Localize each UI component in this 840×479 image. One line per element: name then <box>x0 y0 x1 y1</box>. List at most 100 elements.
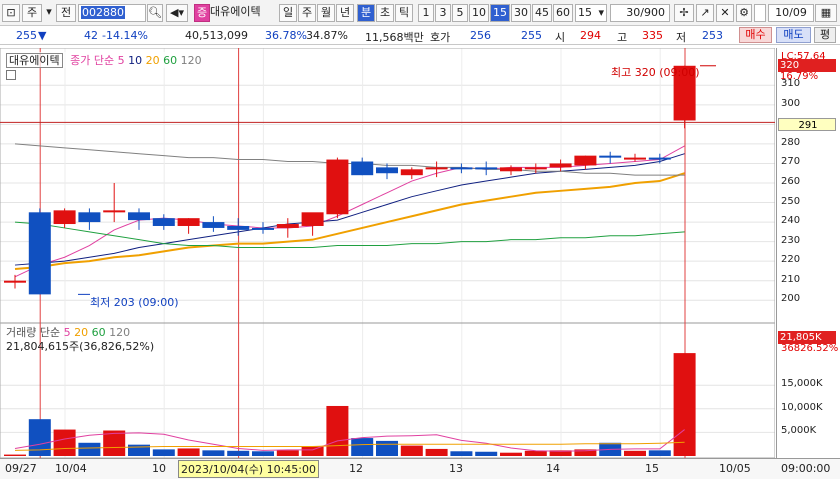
rate-2: 34.87% <box>306 29 348 42</box>
candle-body <box>128 212 150 221</box>
period-day-button[interactable]: 일 <box>279 4 297 22</box>
volume-bar <box>202 450 225 456</box>
volume-bar <box>500 452 522 456</box>
volume-bar <box>301 446 324 456</box>
period-minute-button[interactable]: 분 <box>357 4 375 22</box>
minute-3-button[interactable]: 3 <box>435 4 451 22</box>
legend-ma-5: 5 <box>117 54 125 67</box>
candle-body <box>276 224 299 228</box>
chevron-down-icon: ▾ <box>598 6 604 19</box>
period-second-button[interactable]: 초 <box>376 4 394 22</box>
volume-bar <box>648 450 671 456</box>
candle-body <box>524 167 547 170</box>
price-info-bar: 255 ▼ 42 -14.14% 40,513,099 36.78% 34.87… <box>0 26 840 45</box>
candle-body <box>252 227 274 230</box>
low-label: 저 <box>676 31 687 44</box>
candle-body <box>326 159 349 215</box>
search-icon[interactable]: 🔍︎ <box>147 4 163 22</box>
ma-10-line <box>14 153 685 266</box>
volume-bar <box>624 450 646 456</box>
volume-bar <box>53 429 76 456</box>
current-price: 255 <box>16 29 37 42</box>
candle-body <box>53 210 76 225</box>
trade-amount: 11,568백만 <box>365 31 424 44</box>
ma-20-line <box>14 172 685 270</box>
sell-button[interactable]: 매도 <box>776 27 811 43</box>
date-input[interactable]: 10/09 <box>768 4 814 22</box>
dropdown-arrow-icon[interactable]: ▾ <box>44 4 54 22</box>
gear-icon[interactable]: ⚙ <box>736 4 752 22</box>
draw-tool-icon[interactable]: ↗ <box>696 4 714 22</box>
jeon-button[interactable]: 전 <box>56 4 76 22</box>
volume-bar <box>326 405 349 456</box>
volume-value: 40,513,099 <box>185 29 248 42</box>
candle-body <box>574 155 597 166</box>
minute-30-button[interactable]: 30 <box>511 4 531 22</box>
low-value: 253 <box>702 29 723 42</box>
period-tick-button[interactable]: 틱 <box>395 4 413 22</box>
minute-45-button[interactable]: 45 <box>532 4 552 22</box>
volume-bar <box>78 442 101 456</box>
cursor-time-label: 2023/10/04(수) 10:45:00 <box>178 460 320 478</box>
candle-body <box>301 212 324 226</box>
toolbar: ⊡ 주 ▾ 전 002880 🔍︎ ◀▾ 증 대유에이텍 일 주 월 년 분 초… <box>0 0 840 26</box>
down-arrow-icon: ▼ <box>38 29 47 42</box>
minute-select[interactable]: 15 ▾ <box>575 4 607 22</box>
legend-toggle-icon[interactable] <box>6 70 16 80</box>
date-label: 09/27 <box>5 462 37 475</box>
high-label: 고 <box>617 31 628 44</box>
calendar-icon[interactable]: ▦ <box>815 4 837 22</box>
buy-button[interactable]: 매수 <box>739 27 772 43</box>
time-label: 09:00:00 <box>781 462 831 475</box>
minute-10-button[interactable]: 10 <box>469 4 489 22</box>
legend-ma-label[interactable]: 종가 단순 <box>70 54 114 67</box>
crosshair-icon[interactable]: ✢ <box>674 4 694 22</box>
ju-button[interactable]: 주 <box>22 4 42 22</box>
chart-canvas[interactable] <box>0 48 775 458</box>
speaker-icon[interactable]: ◀▾ <box>166 4 188 22</box>
layout-icon[interactable]: ⊡ <box>2 4 20 22</box>
legend-ma-10: 10 <box>128 54 143 67</box>
date-label: 10/04 <box>55 462 87 475</box>
volume-bar <box>351 438 374 456</box>
volume-bar <box>177 448 200 456</box>
period-week-button[interactable]: 주 <box>298 4 316 22</box>
candle-body <box>28 212 51 295</box>
volume-bar <box>128 444 150 456</box>
volume-bar <box>425 448 448 456</box>
minute-select-value: 15 <box>578 6 592 19</box>
date-label: 10 <box>152 462 166 475</box>
eraser-icon[interactable]: ✕ <box>716 4 734 22</box>
date-label: 10/05 <box>719 462 751 475</box>
price-axis[interactable]: LC:57.64 3103002902802702602502402302202… <box>776 48 840 458</box>
last-price-pct: 16.79% <box>780 71 819 82</box>
legend-ma-60: 60 <box>163 54 178 67</box>
date-checkbox[interactable] <box>754 4 766 22</box>
period-month-button[interactable]: 월 <box>317 4 335 22</box>
eval-button[interactable]: 평 <box>814 27 836 43</box>
price-tick: 260 <box>781 176 801 187</box>
stock-mark-badge: 증 <box>194 4 210 22</box>
minute-15-button[interactable]: 15 <box>490 4 510 22</box>
count-input[interactable]: 30/900 <box>610 4 670 22</box>
period-year-button[interactable]: 년 <box>336 4 354 22</box>
ma-60-line <box>14 221 685 248</box>
price-change: 42 <box>84 29 98 42</box>
minute-1-button[interactable]: 1 <box>418 4 434 22</box>
volume-bar <box>376 440 398 456</box>
volume-bar <box>475 451 498 456</box>
stock-code-input[interactable]: 002880 <box>78 4 146 22</box>
legend-stock-name[interactable]: 대유에이텍 <box>6 53 63 68</box>
price-tick: 300 <box>781 97 801 109</box>
high-value: 335 <box>642 29 663 42</box>
volume-bar <box>673 353 696 456</box>
candle-body <box>202 222 225 228</box>
candle-body <box>400 169 423 176</box>
minute-5-button[interactable]: 5 <box>452 4 468 22</box>
open-label: 시 <box>555 31 566 44</box>
minute-60-button[interactable]: 60 <box>553 4 573 22</box>
candle-body <box>425 167 448 170</box>
volume-bar <box>227 450 250 456</box>
date-label: 14 <box>546 462 560 475</box>
rate-1: 36.78% <box>265 29 307 42</box>
